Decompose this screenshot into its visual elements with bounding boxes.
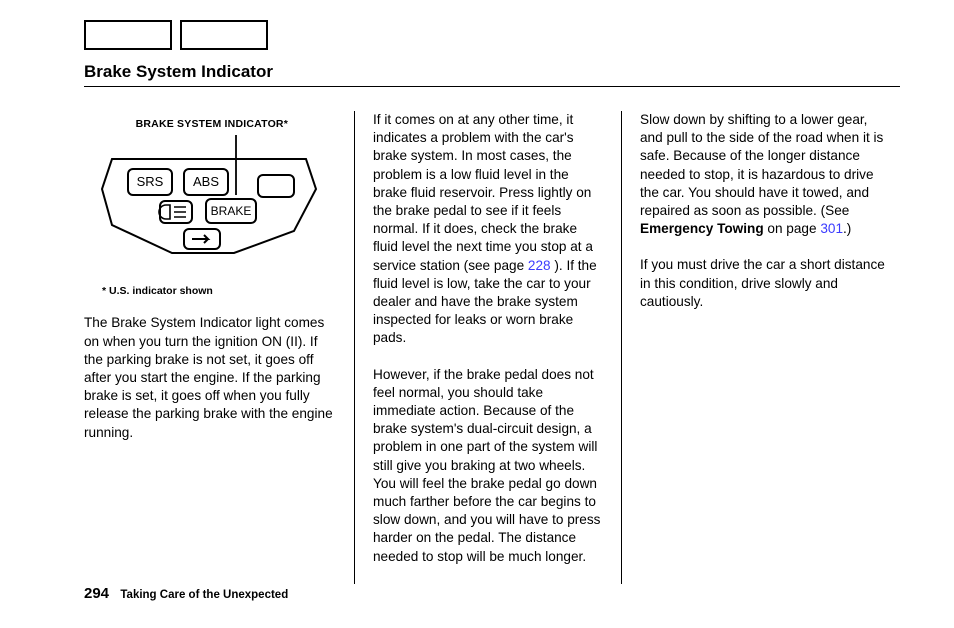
- page-number: 294: [84, 585, 109, 602]
- nav-placeholder-box: [180, 20, 268, 50]
- body-text: Slow down by shifting to a lower gear, a…: [640, 111, 890, 238]
- page-title: Brake System Indicator: [84, 62, 900, 87]
- body-text: However, if the brake pedal does not fee…: [373, 366, 603, 566]
- body-text: If it comes on at any other time, it ind…: [373, 111, 603, 348]
- brake-indicator-figure: SRS ABS BRAKE: [84, 135, 324, 265]
- column-3: Slow down by shifting to a lower gear, a…: [622, 111, 890, 584]
- column-1: BRAKE SYSTEM INDICATOR* SRS ABS B: [84, 111, 354, 584]
- text-run: If it comes on at any other time, it ind…: [373, 112, 593, 273]
- text-run: on page: [764, 221, 821, 236]
- brake-indicator-icon: BRAKE: [211, 204, 252, 218]
- page-link[interactable]: 228: [528, 258, 551, 273]
- content-columns: BRAKE SYSTEM INDICATOR* SRS ABS B: [84, 111, 900, 584]
- page-link[interactable]: 301: [820, 221, 843, 236]
- column-2: If it comes on at any other time, it ind…: [354, 111, 622, 584]
- figure-label: BRAKE SYSTEM INDICATOR*: [84, 117, 334, 131]
- manual-page: Brake System Indicator BRAKE SYSTEM INDI…: [0, 0, 954, 628]
- text-run: .): [843, 221, 851, 236]
- abs-indicator-icon: ABS: [193, 174, 219, 189]
- figure-footnote: * U.S. indicator shown: [102, 284, 334, 298]
- srs-indicator-icon: SRS: [137, 174, 164, 189]
- text-run: Slow down by shifting to a lower gear, a…: [640, 112, 883, 218]
- cross-ref: Emergency Towing: [640, 221, 764, 236]
- body-text: If you must drive the car a short distan…: [640, 256, 890, 311]
- nav-placeholder-row: [84, 20, 900, 50]
- page-footer: 294 Taking Care of the Unexpected: [84, 585, 288, 602]
- body-text: The Brake System Indicator light comes o…: [84, 314, 334, 441]
- nav-placeholder-box: [84, 20, 172, 50]
- section-name: Taking Care of the Unexpected: [120, 589, 288, 601]
